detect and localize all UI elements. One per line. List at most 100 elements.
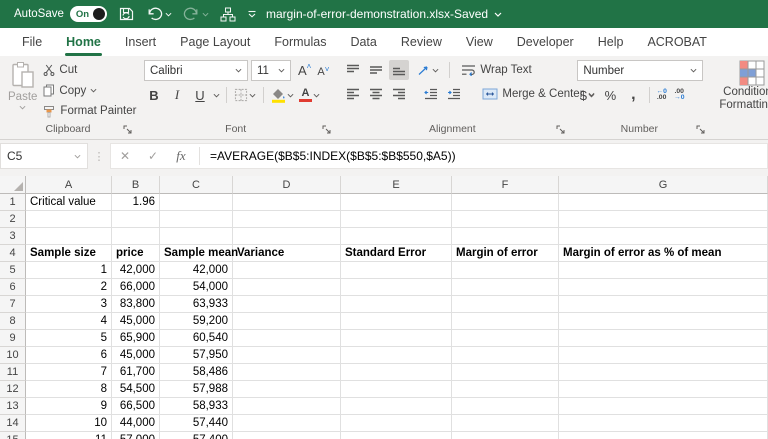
tab-acrobat[interactable]: ACROBAT [635, 28, 719, 56]
cell-B10[interactable]: 45,000 [112, 347, 160, 364]
increase-indent-button[interactable] [444, 84, 464, 104]
cell-G10[interactable] [559, 347, 768, 364]
cell-D13[interactable] [233, 398, 341, 415]
undo-dropdown-icon[interactable] [165, 12, 172, 17]
format-painter-button[interactable]: Format Painter [41, 102, 138, 120]
decrease-decimal-button[interactable]: .00 →0 [674, 89, 685, 102]
cell-G7[interactable] [559, 296, 768, 313]
cell-G15[interactable] [559, 432, 768, 439]
autosave-toggle[interactable]: On [70, 6, 107, 22]
clipboard-dialog-launcher[interactable] [123, 125, 133, 135]
cell-F2[interactable] [452, 211, 559, 228]
conditional-formatting-button[interactable]: Conditional Formatting [709, 56, 768, 139]
number-dialog-launcher[interactable] [696, 125, 706, 135]
cell-G13[interactable] [559, 398, 768, 415]
cell-E12[interactable] [341, 381, 452, 398]
tab-developer[interactable]: Developer [505, 28, 586, 56]
cell-C9[interactable]: 60,540 [160, 330, 233, 347]
fill-color-button[interactable] [270, 85, 295, 105]
cell-E13[interactable] [341, 398, 452, 415]
row-header-11[interactable]: 11 [0, 364, 26, 381]
cell-A10[interactable]: 6 [26, 347, 112, 364]
cell-D7[interactable] [233, 296, 341, 313]
cell-E11[interactable] [341, 364, 452, 381]
align-center-button[interactable] [366, 84, 386, 104]
cell-C11[interactable]: 58,486 [160, 364, 233, 381]
cell-F4[interactable]: Margin of error [452, 245, 559, 262]
cell-F13[interactable] [452, 398, 559, 415]
customize-qat-button[interactable] [247, 10, 257, 18]
cell-D9[interactable] [233, 330, 341, 347]
row-header-15[interactable]: 15 [0, 432, 26, 439]
borders-button[interactable] [233, 85, 257, 105]
redo-button[interactable] [183, 7, 209, 21]
cell-E5[interactable] [341, 262, 452, 279]
cut-button[interactable]: Cut [41, 61, 138, 79]
font-name-combo[interactable]: Calibri [144, 60, 248, 81]
tab-view[interactable]: View [454, 28, 505, 56]
copy-dropdown-icon[interactable] [90, 88, 97, 93]
wrap-text-button[interactable]: Wrap Text [459, 61, 533, 79]
cell-A6[interactable]: 2 [26, 279, 112, 296]
tab-page-layout[interactable]: Page Layout [168, 28, 262, 56]
cell-E4[interactable]: Standard Error [341, 245, 452, 262]
row-header-1[interactable]: 1 [0, 194, 26, 211]
redo-dropdown-icon[interactable] [202, 12, 209, 17]
tab-home[interactable]: Home [54, 28, 113, 56]
cell-F7[interactable] [452, 296, 559, 313]
column-header-F[interactable]: F [452, 176, 559, 194]
font-dialog-launcher[interactable] [322, 125, 332, 135]
cell-F5[interactable] [452, 262, 559, 279]
cell-E7[interactable] [341, 296, 452, 313]
paste-button[interactable]: Paste [8, 60, 37, 122]
copy-button[interactable]: Copy [41, 82, 138, 100]
cell-C8[interactable]: 59,200 [160, 313, 233, 330]
cell-D10[interactable] [233, 347, 341, 364]
accounting-format-button[interactable]: $ [577, 85, 597, 105]
enter-button[interactable]: ✓ [139, 149, 167, 163]
column-header-G[interactable]: G [559, 176, 768, 194]
name-box-dropdown-icon[interactable] [74, 154, 81, 159]
cell-A2[interactable] [26, 211, 112, 228]
cell-B13[interactable]: 66,500 [112, 398, 160, 415]
increase-font-button[interactable]: A˄ [298, 63, 311, 78]
cell-G11[interactable] [559, 364, 768, 381]
cell-C13[interactable]: 58,933 [160, 398, 233, 415]
cell-B6[interactable]: 66,000 [112, 279, 160, 296]
cell-D4[interactable]: Variance [233, 245, 341, 262]
cell-E1[interactable] [341, 194, 452, 211]
tab-insert[interactable]: Insert [113, 28, 168, 56]
align-middle-button[interactable] [366, 60, 386, 80]
cell-A5[interactable]: 1 [26, 262, 112, 279]
cell-B9[interactable]: 65,900 [112, 330, 160, 347]
cell-D11[interactable] [233, 364, 341, 381]
cell-E3[interactable] [341, 228, 452, 245]
cell-G6[interactable] [559, 279, 768, 296]
increase-decimal-button[interactable]: ←0 .00 [656, 89, 667, 102]
cell-E8[interactable] [341, 313, 452, 330]
column-header-B[interactable]: B [112, 176, 160, 194]
custom-command-button[interactable] [220, 7, 236, 22]
row-header-14[interactable]: 14 [0, 415, 26, 432]
underline-dropdown-icon[interactable] [213, 93, 220, 98]
cell-B3[interactable] [112, 228, 160, 245]
cell-C1[interactable] [160, 194, 233, 211]
cell-B2[interactable] [112, 211, 160, 228]
name-box[interactable]: C5 [0, 143, 88, 169]
cell-D14[interactable] [233, 415, 341, 432]
cell-G8[interactable] [559, 313, 768, 330]
cell-A3[interactable] [26, 228, 112, 245]
cell-D1[interactable] [233, 194, 341, 211]
cell-E6[interactable] [341, 279, 452, 296]
font-color-button[interactable]: A [298, 85, 321, 105]
cell-A8[interactable]: 4 [26, 313, 112, 330]
align-left-button[interactable] [343, 84, 363, 104]
cell-E10[interactable] [341, 347, 452, 364]
column-header-A[interactable]: A [26, 176, 112, 194]
cell-D12[interactable] [233, 381, 341, 398]
cell-A12[interactable]: 8 [26, 381, 112, 398]
cell-A14[interactable]: 10 [26, 415, 112, 432]
cell-G5[interactable] [559, 262, 768, 279]
percent-style-button[interactable]: % [600, 85, 620, 105]
tab-data[interactable]: Data [338, 28, 388, 56]
